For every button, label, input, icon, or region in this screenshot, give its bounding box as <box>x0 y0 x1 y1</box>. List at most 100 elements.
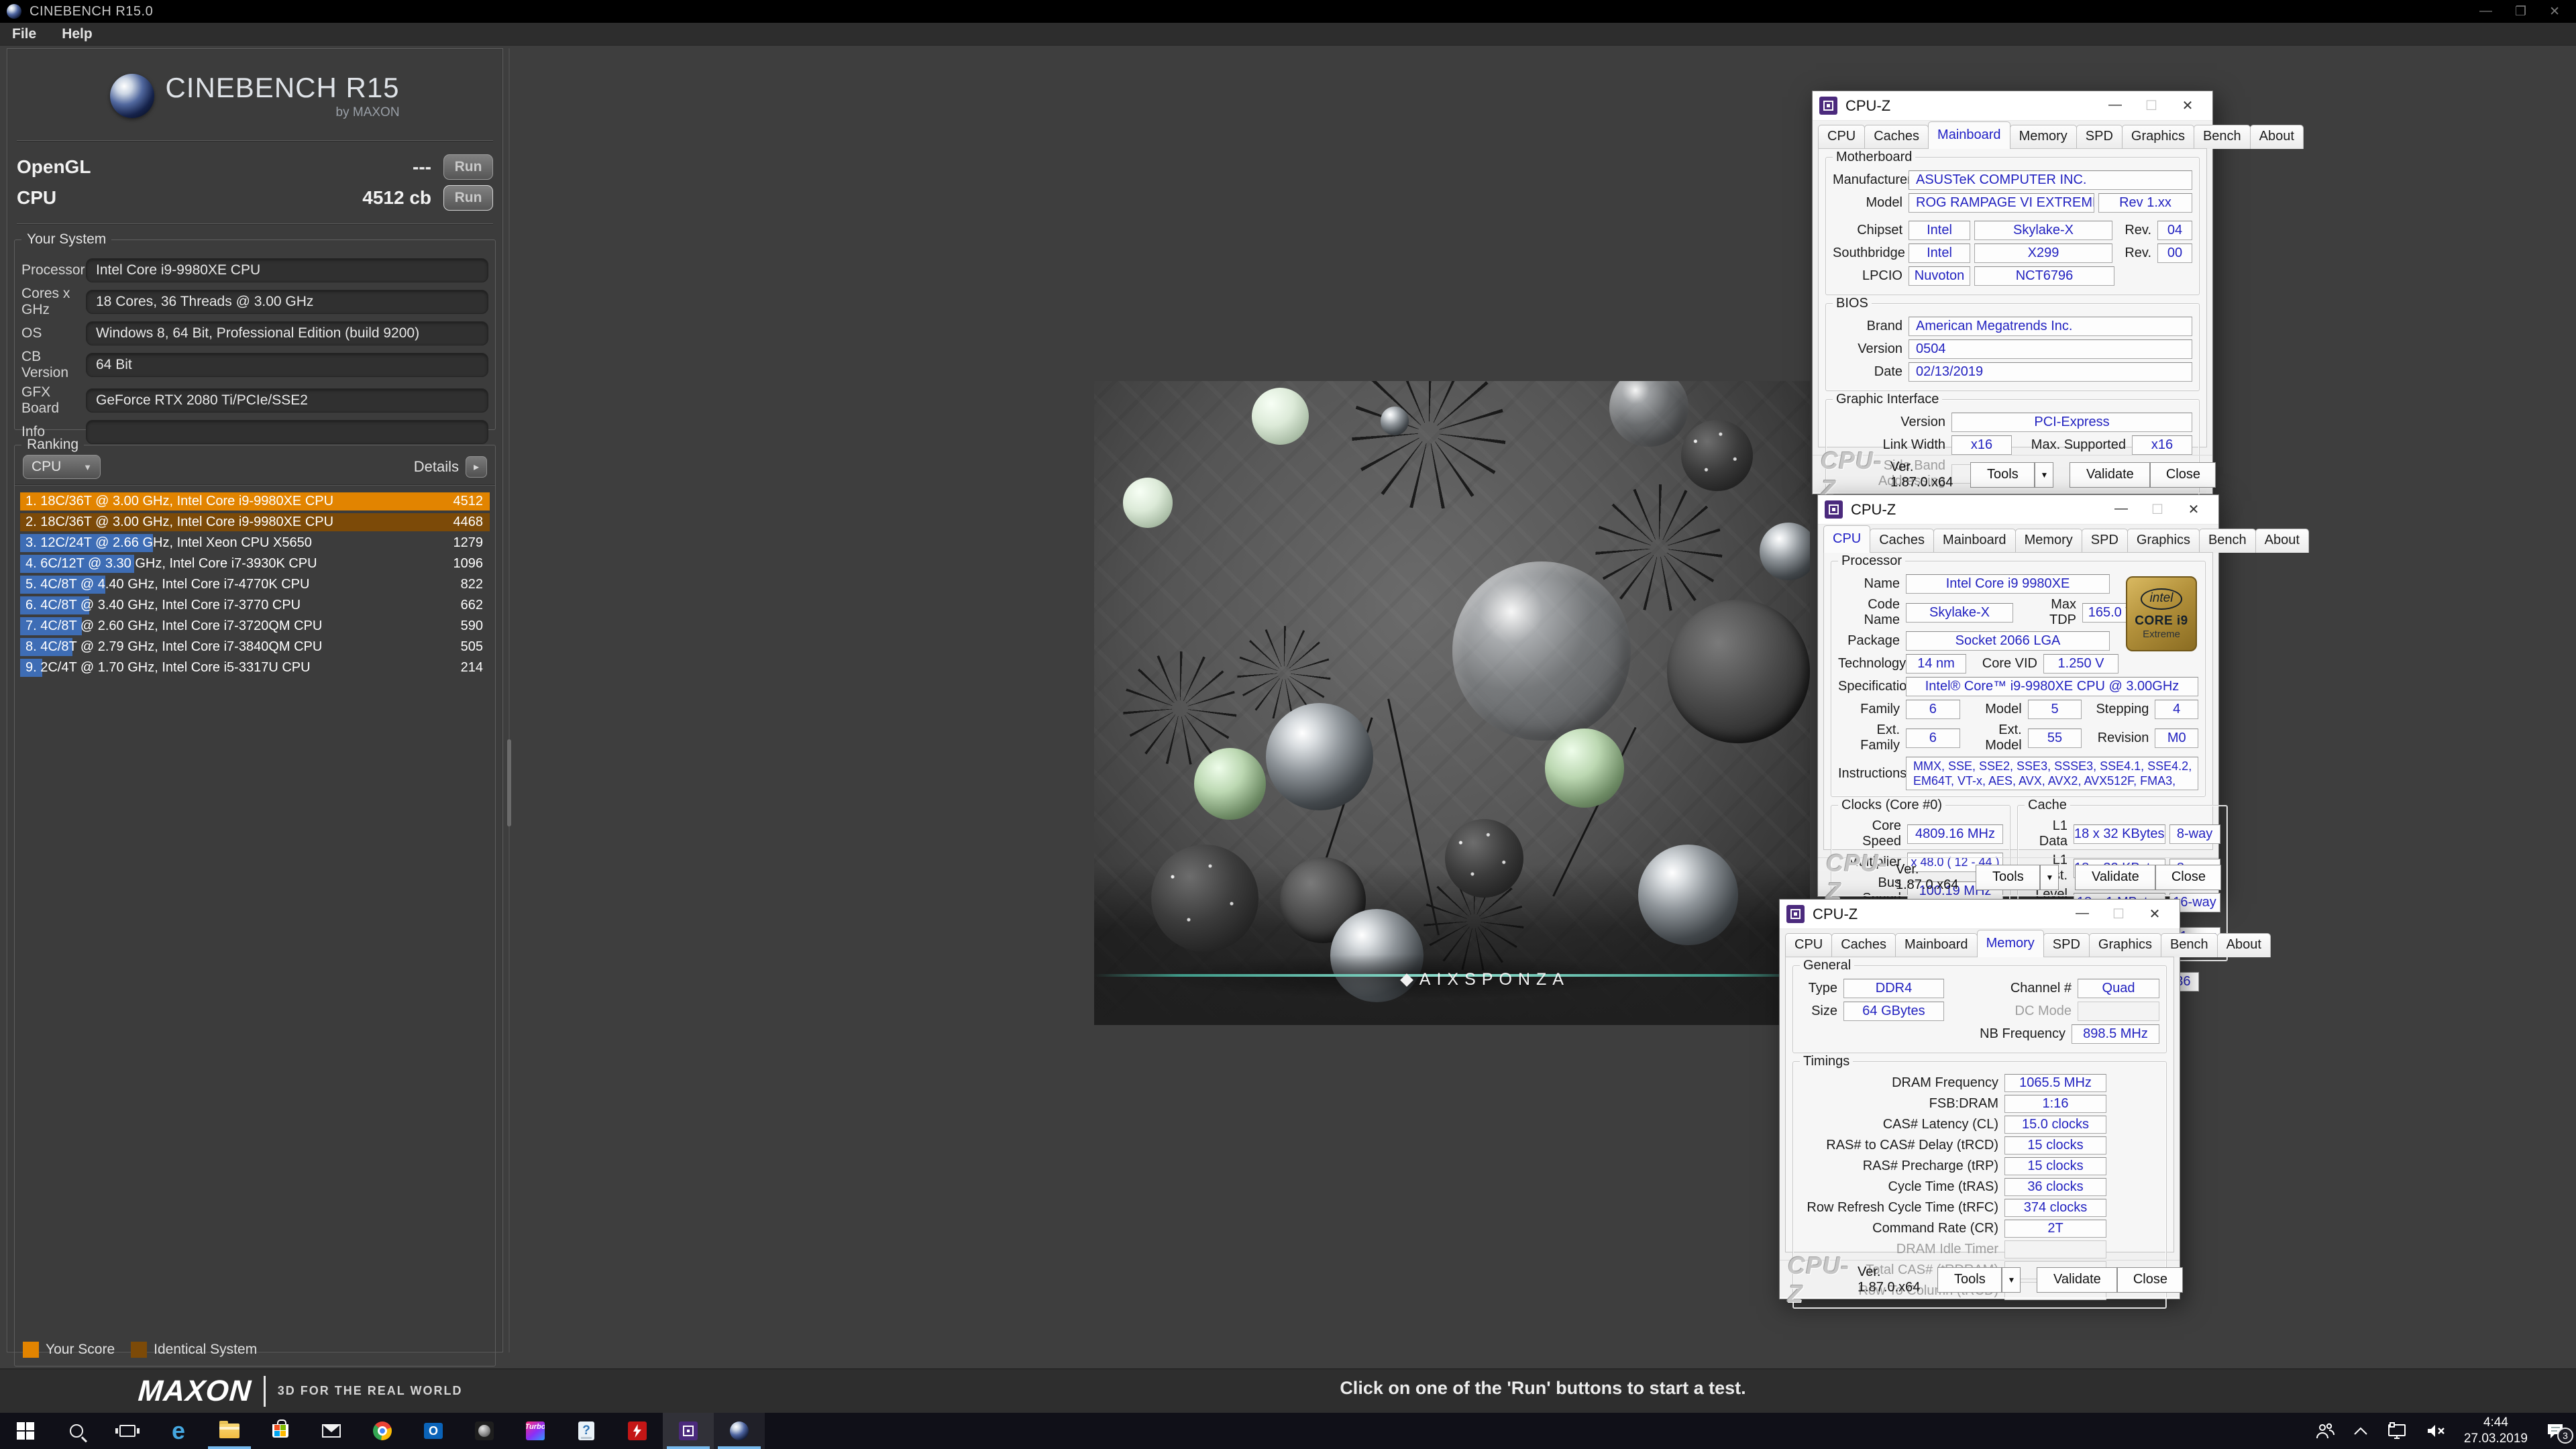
opengl-run-button[interactable]: Run <box>443 154 493 180</box>
ranking-row[interactable]: 9. 2C/4T @ 1.70 GHz, Intel Core i5-3317U… <box>20 659 490 677</box>
taskbar-icon-store[interactable] <box>255 1413 306 1449</box>
cpuz-tab[interactable]: Graphics <box>2122 125 2194 149</box>
tools-dropdown-button[interactable]: ▼ <box>2040 865 2059 890</box>
maxon-tagline: 3D FOR THE REAL WORLD <box>278 1384 463 1398</box>
cpuz-tab[interactable]: About <box>2255 529 2309 553</box>
timing-value-field: 15 clocks <box>2004 1157 2106 1175</box>
cpuz-tab[interactable]: Caches <box>1870 529 1934 553</box>
cpuz-tab[interactable]: Mainboard <box>1933 529 2016 553</box>
cpuz-tab[interactable]: Memory <box>1977 930 2044 957</box>
taskbar-icon-cpuz[interactable] <box>663 1413 714 1449</box>
close-icon[interactable]: ✕ <box>2137 906 2173 922</box>
cpuz-tab[interactable]: Graphics <box>2089 933 2161 957</box>
taskbar-search-button[interactable] <box>51 1413 102 1449</box>
ranking-row[interactable]: 4. 6C/12T @ 3.30 GHz, Intel Core i7-3930… <box>20 555 490 573</box>
minimize-icon[interactable]: — <box>2479 4 2492 19</box>
cpuz-titlebar[interactable]: CPU-Z — ☐ ✕ <box>1818 495 2218 525</box>
taskbar-icon-support[interactable]: ? <box>561 1413 612 1449</box>
taskbar-icon-hwinfo[interactable] <box>612 1413 663 1449</box>
tools-button[interactable]: Tools <box>1970 462 2035 488</box>
tools-dropdown-button[interactable]: ▼ <box>2002 1267 2021 1293</box>
minimize-icon[interactable]: — <box>2097 97 2133 114</box>
cinebench-panel: CINEBENCH R15 by MAXON OpenGL --- Run CP… <box>7 48 503 1352</box>
cpuz-tab[interactable]: About <box>2217 933 2271 957</box>
details-button[interactable]: ▸ <box>466 456 487 478</box>
minimize-icon[interactable]: — <box>2064 906 2100 922</box>
ornament-sphere <box>1151 845 1258 952</box>
cpuz-tab[interactable]: Bench <box>2199 529 2256 553</box>
cpuz-tab[interactable]: SPD <box>2043 933 2090 957</box>
ranking-row[interactable]: 1. 18C/36T @ 3.00 GHz, Intel Core i9-998… <box>20 492 490 511</box>
edge-icon: e <box>172 1419 185 1443</box>
close-icon[interactable]: ✕ <box>2169 97 2206 114</box>
task-view-button[interactable] <box>102 1413 153 1449</box>
ranking-row[interactable]: 2. 18C/36T @ 3.00 GHz, Intel Core i9-998… <box>20 513 490 531</box>
ranking-row[interactable]: 7. 4C/8T @ 2.60 GHz, Intel Core i7-3720Q… <box>20 617 490 635</box>
tools-dropdown-button[interactable]: ▼ <box>2035 462 2053 488</box>
validate-button[interactable]: Validate <box>2075 865 2155 890</box>
cpuz-tab[interactable]: Graphics <box>2127 529 2200 553</box>
taskbar-icon-cinema4d[interactable] <box>459 1413 510 1449</box>
menu-help[interactable]: Help <box>62 26 93 42</box>
cpuz-tab[interactable]: CPU <box>1818 125 1865 149</box>
panel-splitter[interactable] <box>506 48 512 1352</box>
ranking-filter-dropdown[interactable]: CPU ▼ <box>23 455 101 479</box>
ranking-row[interactable]: 5. 4C/8T @ 4.40 GHz, Intel Core i7-4770K… <box>20 576 490 594</box>
cpuz-tab[interactable]: Caches <box>1831 933 1896 957</box>
close-icon[interactable]: ✕ <box>2176 501 2212 518</box>
close-button[interactable]: Close <box>2155 865 2221 890</box>
validate-button[interactable]: Validate <box>2070 462 2150 488</box>
bios-group: BIOS Brand American Megatrends Inc. Vers… <box>1825 303 2200 391</box>
ranking-row[interactable]: 8. 4C/8T @ 2.79 GHz, Intel Core i7-3840Q… <box>20 638 490 656</box>
ranking-row[interactable]: 3. 12C/24T @ 2.66 GHz, Intel Xeon CPU X5… <box>20 534 490 552</box>
cpuz-tab[interactable]: SPD <box>2082 529 2128 553</box>
gi-version-field: PCI-Express <box>1951 413 2192 432</box>
tools-button[interactable]: Tools <box>1937 1267 2002 1293</box>
taskbar-icon-turbo[interactable]: Turbo <box>510 1413 561 1449</box>
cinebench-app-icon <box>7 4 21 19</box>
cpu-value: 4512 cb <box>362 187 431 209</box>
close-icon[interactable]: ✕ <box>2549 4 2560 19</box>
identical-system-swatch <box>131 1342 147 1358</box>
cpuz-titlebar[interactable]: CPU-Z — ☐ ✕ <box>1813 91 2212 121</box>
taskbar-icon-mail[interactable] <box>306 1413 357 1449</box>
system-info-row: Processor Intel Core i9-9980XE CPU <box>21 258 488 282</box>
cpuz-tab[interactable]: SPD <box>2076 125 2123 149</box>
taskbar-icon-file-explorer[interactable] <box>204 1413 255 1449</box>
cpuz-tab[interactable]: Memory <box>2015 529 2082 553</box>
splitter-handle[interactable] <box>507 739 511 826</box>
taskbar-icon-chrome[interactable] <box>357 1413 408 1449</box>
cpuz-titlebar[interactable]: CPU-Z — ☐ ✕ <box>1780 900 2180 929</box>
taskbar-icon-cinebench[interactable] <box>714 1413 765 1449</box>
cpuz-tab[interactable]: Bench <box>2194 125 2251 149</box>
cpuz-tab[interactable]: Caches <box>1864 125 1929 149</box>
cpuz-tab[interactable]: CPU <box>1823 525 1870 553</box>
cpuz-tab[interactable]: Mainboard <box>1928 121 2010 149</box>
taskbar-clock[interactable]: 4:44 27.03.2019 <box>2464 1415 2528 1447</box>
cpuz-tab[interactable]: Memory <box>2010 125 2077 149</box>
people-icon[interactable] <box>2315 1422 2335 1440</box>
cpuz-tab[interactable]: CPU <box>1785 933 1832 957</box>
cpuz-tab[interactable]: Bench <box>2161 933 2218 957</box>
ranking-row[interactable]: 6. 4C/8T @ 3.40 GHz, Intel Core i7-3770 … <box>20 596 490 614</box>
notification-center-button[interactable]: 3 <box>2545 1422 2565 1440</box>
close-button[interactable]: Close <box>2117 1267 2183 1293</box>
cpuz-tab[interactable]: About <box>2250 125 2304 149</box>
taskbar-icon-outlook[interactable]: O <box>408 1413 459 1449</box>
tray-chevron-up-icon[interactable] <box>2353 1426 2369 1436</box>
validate-button[interactable]: Validate <box>2037 1267 2117 1293</box>
volume-muted-icon[interactable] <box>2425 1422 2447 1440</box>
processor-group: Processor intel CORE i9 Extreme Name Int… <box>1831 561 2206 797</box>
bios-date-field: 02/13/2019 <box>1909 362 2192 382</box>
restore-icon[interactable]: ❐ <box>2515 4 2526 19</box>
close-button[interactable]: Close <box>2150 462 2216 488</box>
taskbar-icon-edge[interactable]: e <box>153 1413 204 1449</box>
cpu-run-button[interactable]: Run <box>443 185 493 211</box>
start-button[interactable] <box>0 1413 51 1449</box>
cpuz-tab[interactable]: Mainboard <box>1895 933 1978 957</box>
tools-button[interactable]: Tools <box>1976 865 2040 890</box>
menu-file[interactable]: File <box>12 26 36 42</box>
network-icon[interactable] <box>2386 1422 2408 1440</box>
notification-badge: 3 <box>2557 1428 2573 1444</box>
minimize-icon[interactable]: — <box>2103 501 2139 518</box>
